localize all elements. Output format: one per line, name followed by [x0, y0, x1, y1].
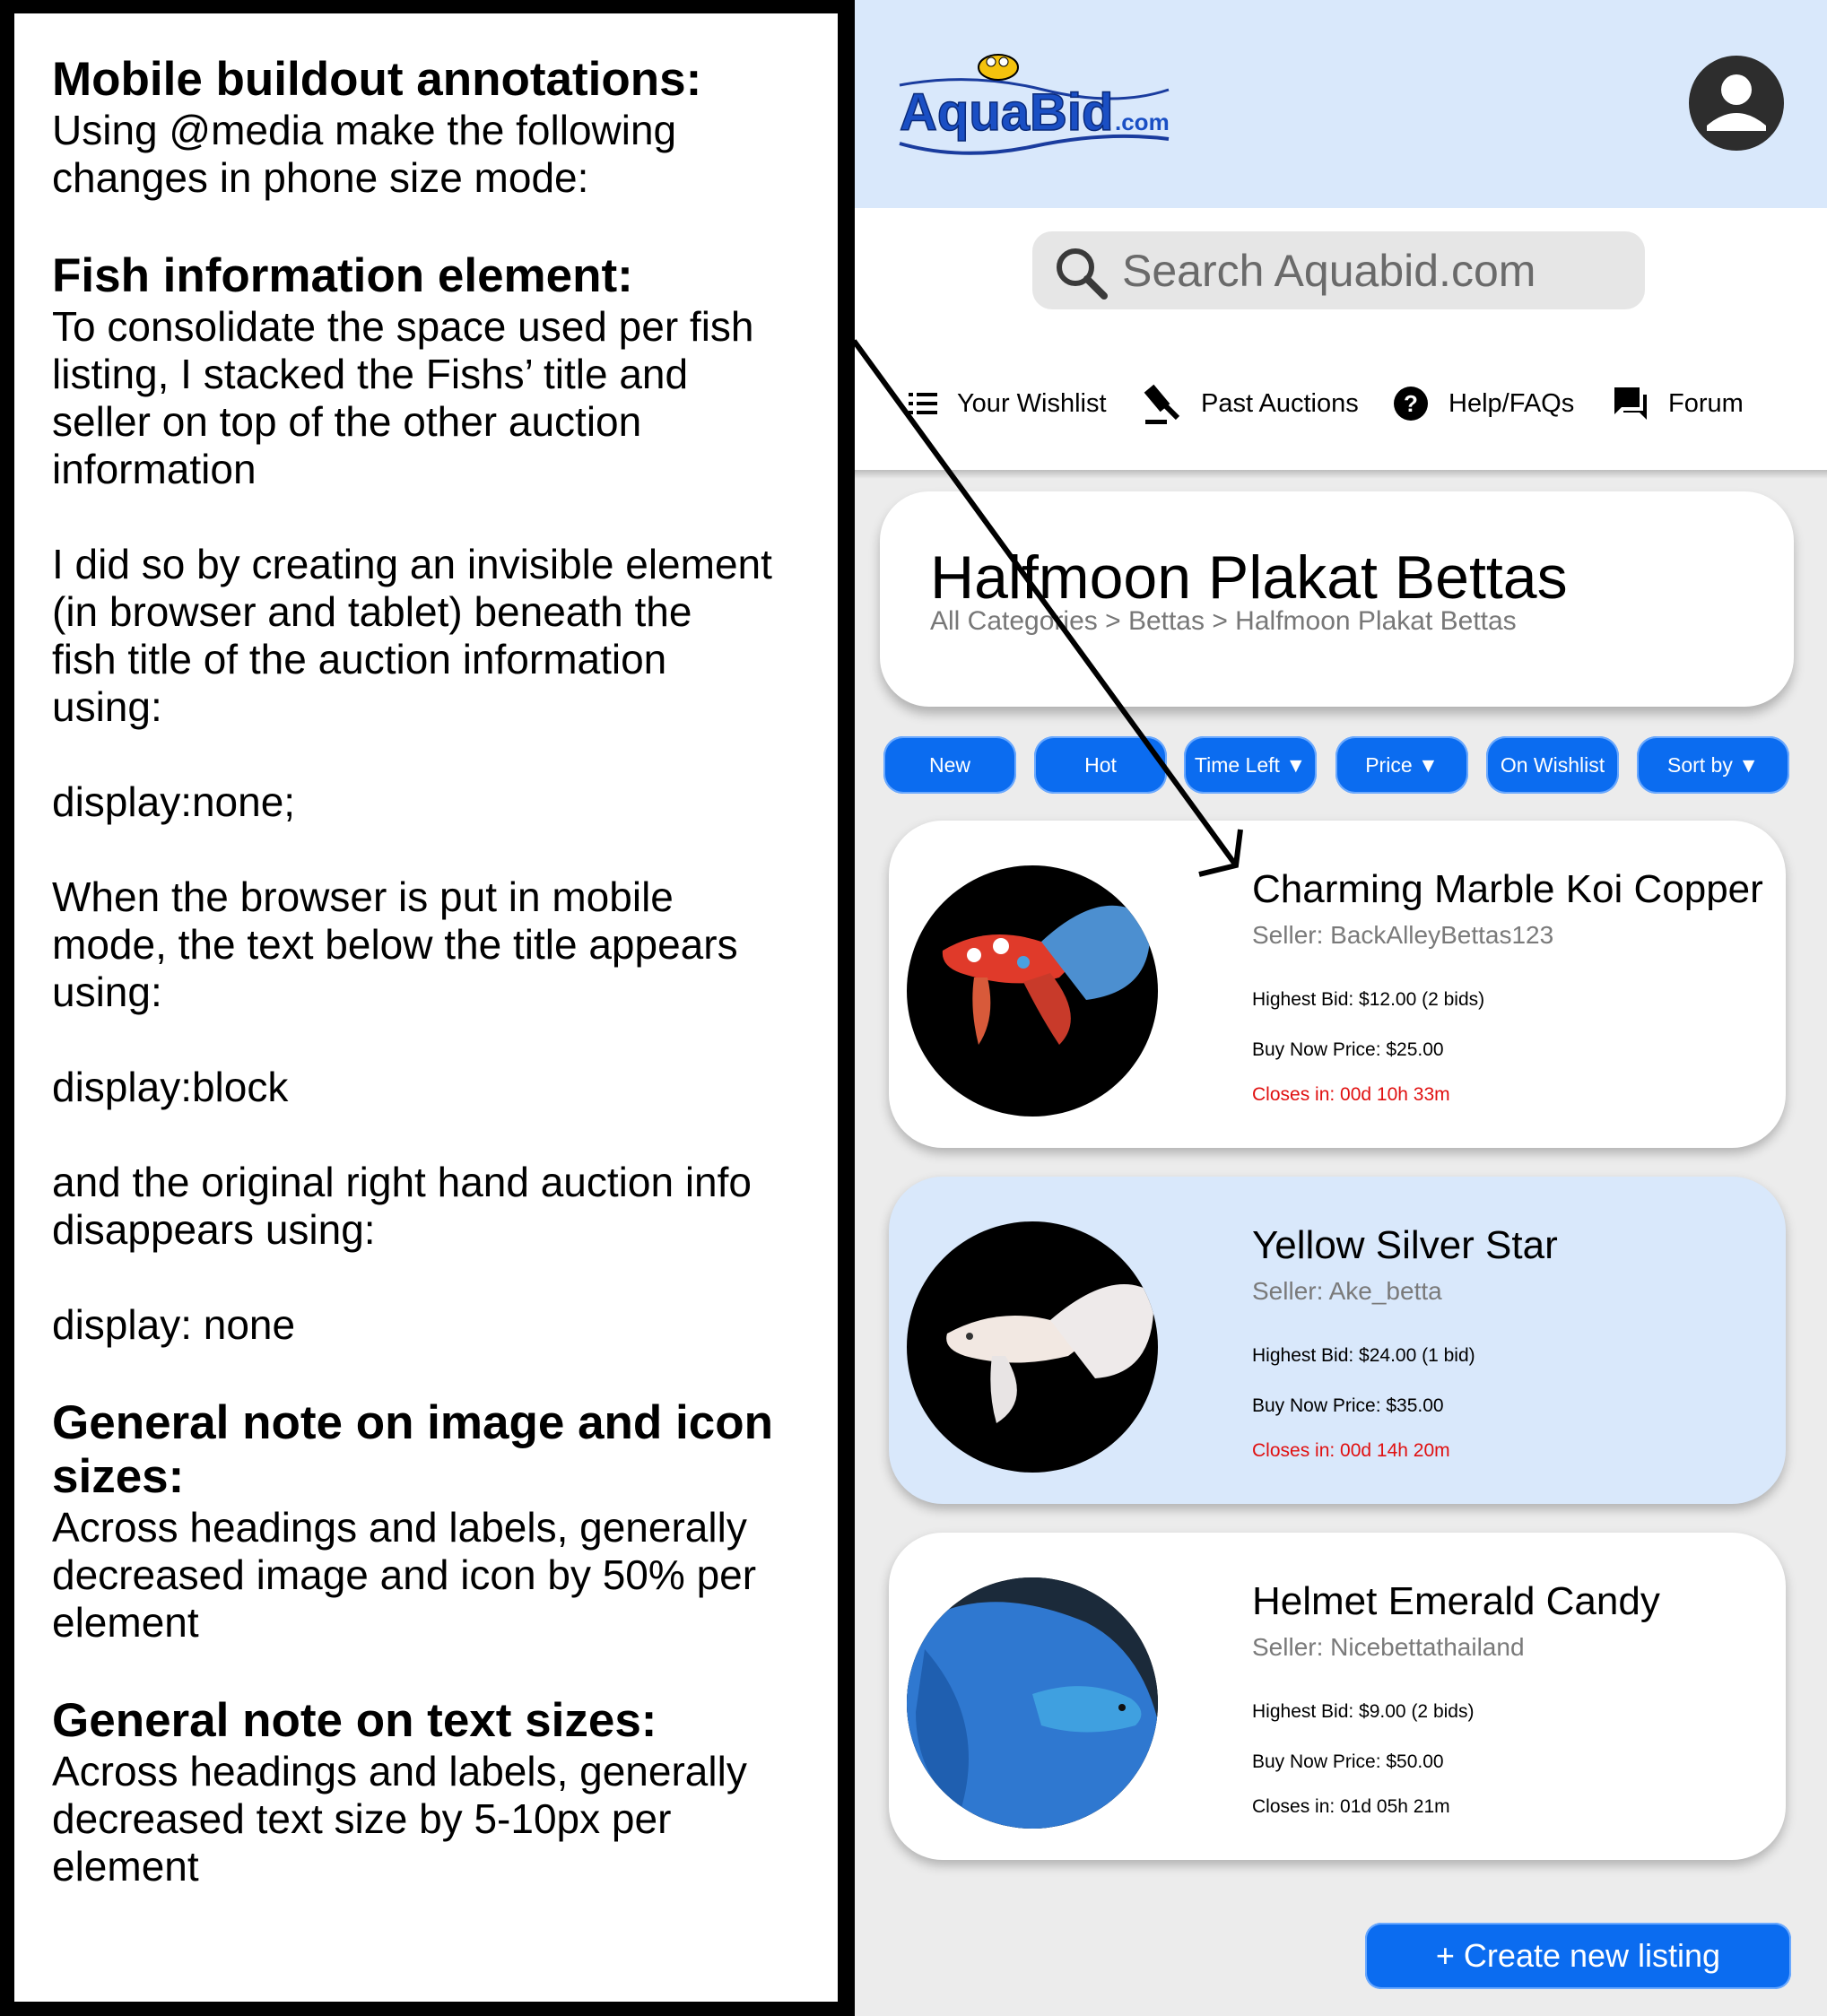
annotation-line: I did so by creating an invisible elemen…: [52, 541, 772, 587]
site-header: AquaBid .com: [855, 0, 1827, 208]
highest-bid: Highest Bid: $24.00 (1 bid): [1252, 1345, 1475, 1366]
closing-time: Closes in: 00d 10h 33m: [1252, 1084, 1450, 1105]
filter-on-wishlist[interactable]: On Wishlist: [1486, 736, 1619, 794]
nav-label: Past Auctions: [1201, 388, 1359, 418]
nav-help-faqs[interactable]: ? Help/FAQs: [1393, 377, 1574, 430]
logo-suffix: .com: [1115, 109, 1170, 135]
fish-photo[interactable]: [907, 865, 1158, 1117]
annotation-heading: Fish information element:: [52, 249, 633, 302]
filter-label: New: [928, 752, 970, 777]
annotation-line: element: [52, 1843, 199, 1890]
nav-forum[interactable]: Forum: [1613, 377, 1744, 430]
annotation-heading: General note on image and icon: [52, 1396, 773, 1449]
filter-sort-by[interactable]: Sort by ▼: [1637, 736, 1789, 794]
annotation-panel: Mobile buildout annotations: Using @medi…: [14, 13, 838, 2002]
closing-time: Closes in: 01d 05h 21m: [1252, 1796, 1450, 1817]
filter-label: Sort by: [1666, 752, 1733, 777]
seller-name[interactable]: Seller: BackAlleyBettas123: [1252, 921, 1553, 950]
create-listing-button[interactable]: + Create new listing: [1365, 1923, 1791, 1989]
buy-now-price: Buy Now Price: $35.00: [1252, 1395, 1444, 1416]
annotation-line: seller on top of the other auction: [52, 398, 642, 445]
filter-label: Price: [1365, 752, 1413, 777]
annotation-line: When the browser is put in mobile: [52, 873, 674, 920]
svg-text:?: ?: [1404, 390, 1418, 417]
fish-title[interactable]: Charming Marble Koi Copper: [1252, 865, 1763, 914]
closing-time: Closes in: 00d 14h 20m: [1252, 1440, 1450, 1461]
user-avatar-icon[interactable]: [1687, 54, 1786, 152]
annotation-code: display:block: [52, 1064, 289, 1110]
annotation-code: display:none;: [52, 778, 296, 825]
nav-label: Forum: [1668, 388, 1744, 418]
logo-text: AquaBid: [900, 83, 1113, 142]
annotation-line: changes in phone size mode:: [52, 154, 589, 201]
search-placeholder: Search Aquabid.com: [1122, 246, 1536, 296]
nav-your-wishlist[interactable]: Your Wishlist: [909, 377, 1107, 430]
filter-price[interactable]: Price ▼: [1335, 736, 1468, 794]
nav-label: Your Wishlist: [957, 388, 1107, 418]
annotation-line: Using @media make the following: [52, 107, 677, 153]
aquabid-logo[interactable]: AquaBid .com: [891, 49, 1178, 166]
filter-label: On Wishlist: [1500, 752, 1605, 777]
category-header-card: Halfmoon Plakat Bettas All Categories > …: [880, 491, 1794, 707]
annotation-line: element: [52, 1599, 199, 1646]
annotation-line: fish title of the auction information: [52, 636, 667, 682]
annotation-heading: General note on text sizes:: [52, 1694, 657, 1747]
highest-bid: Highest Bid: $12.00 (2 bids): [1252, 989, 1485, 1010]
listing-card[interactable]: Charming Marble Koi Copper Seller: BackA…: [889, 821, 1786, 1148]
annotation-line: listing, I stacked the Fishs’ title and: [52, 351, 689, 397]
annotation-line: decreased text size by 5-10px per: [52, 1795, 672, 1842]
fish-title[interactable]: Yellow Silver Star: [1252, 1221, 1558, 1270]
fish-photo[interactable]: [907, 1221, 1158, 1473]
highest-bid: Highest Bid: $9.00 (2 bids): [1252, 1701, 1475, 1722]
listing-card[interactable]: Helmet Emerald Candy Seller: Nicebettath…: [889, 1533, 1786, 1860]
breadcrumb[interactable]: All Categories > Bettas > Halfmoon Plaka…: [930, 606, 1517, 637]
filter-time-left[interactable]: Time Left ▼: [1184, 736, 1317, 794]
annotation-line: Across headings and labels, generally: [52, 1504, 747, 1551]
category-title: Halfmoon Plakat Bettas: [930, 543, 1568, 612]
nav-label: Help/FAQs: [1449, 388, 1575, 418]
search-icon: [1057, 248, 1108, 300]
caret-down-icon: ▼: [1285, 752, 1307, 777]
caret-down-icon: ▼: [1738, 752, 1760, 777]
seller-name[interactable]: Seller: Ake_betta: [1252, 1277, 1442, 1306]
gavel-icon: [1144, 384, 1180, 424]
search-bar[interactable]: Search Aquabid.com: [1032, 231, 1645, 309]
annotation-line: (in browser and tablet) beneath the: [52, 588, 692, 635]
screenshot-frame: Mobile buildout annotations: Using @medi…: [0, 0, 1827, 2016]
annotation-heading: Mobile buildout annotations:: [52, 53, 702, 106]
fish-photo[interactable]: [907, 1577, 1158, 1829]
annotation-line: mode, the text below the title appears: [52, 921, 738, 968]
filter-label: Time Left: [1194, 752, 1280, 777]
filter-label: Hot: [1084, 752, 1117, 777]
fish-title[interactable]: Helmet Emerald Candy: [1252, 1577, 1660, 1626]
filter-hot[interactable]: Hot: [1034, 736, 1167, 794]
aquabid-mockup: AquaBid .com Search Aquabid.com Your Wis…: [855, 0, 1827, 2016]
annotation-line: Across headings and labels, generally: [52, 1748, 747, 1794]
annotation-line: disappears using:: [52, 1206, 376, 1253]
annotation-line: using:: [52, 683, 162, 730]
buy-now-price: Buy Now Price: $50.00: [1252, 1751, 1444, 1772]
caret-down-icon: ▼: [1418, 752, 1439, 777]
chat-icon: [1614, 387, 1647, 420]
annotation-line: To consolidate the space used per fish: [52, 303, 754, 350]
nav-past-auctions[interactable]: Past Auctions: [1144, 377, 1359, 430]
annotation-line: and the original right hand auction info: [52, 1159, 753, 1205]
annotation-line: information: [52, 446, 257, 492]
annotation-line: decreased image and icon by 50% per: [52, 1551, 757, 1598]
annotation-code: display: none: [52, 1301, 296, 1348]
listing-card[interactable]: Yellow Silver Star Seller: Ake_betta Hig…: [889, 1177, 1786, 1504]
seller-name[interactable]: Seller: Nicebettathailand: [1252, 1633, 1525, 1662]
toolbar-divider: [855, 470, 1827, 479]
annotation-heading: sizes:: [52, 1450, 185, 1503]
filter-new[interactable]: New: [883, 736, 1016, 794]
annotation-line: using:: [52, 969, 162, 1015]
help-icon: ?: [1394, 387, 1428, 421]
buy-now-price: Buy Now Price: $25.00: [1252, 1039, 1444, 1060]
list-icon: [909, 393, 937, 414]
